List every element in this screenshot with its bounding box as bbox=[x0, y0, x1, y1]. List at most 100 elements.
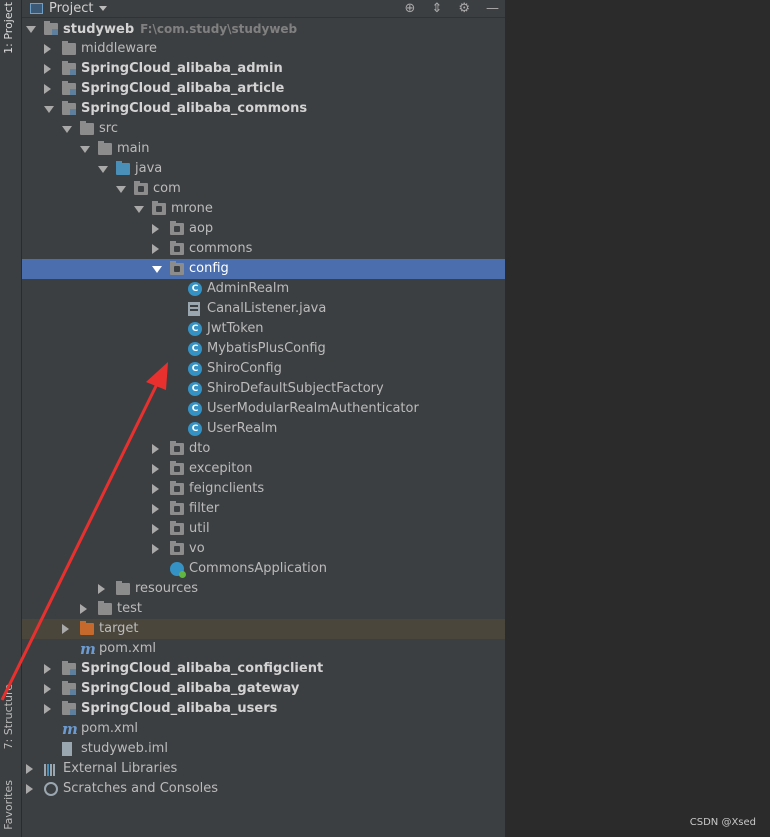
expand-arrow-closed-icon[interactable] bbox=[44, 44, 51, 54]
expand-arrow-closed-icon[interactable] bbox=[152, 524, 159, 534]
tree-row[interactable]: SpringCloud_alibaba_configclient bbox=[22, 659, 505, 679]
project-toolbar: Project ⊕ ⇕ ⚙ — bbox=[22, 0, 505, 18]
tree-row[interactable]: feignclients bbox=[22, 479, 505, 499]
source-folder-icon bbox=[116, 161, 130, 175]
tree-row-label: UserRealm bbox=[207, 421, 278, 436]
tree-row[interactable]: SpringCloud_alibaba_commons bbox=[22, 99, 505, 119]
expand-arrow-open-icon[interactable] bbox=[62, 126, 72, 133]
tree-row[interactable]: src bbox=[22, 119, 505, 139]
expand-arrow-closed-icon[interactable] bbox=[44, 84, 51, 94]
tab-structure[interactable]: 7: Structure bbox=[2, 684, 15, 749]
expand-arrow-closed-icon[interactable] bbox=[26, 764, 33, 774]
maven-icon: m bbox=[80, 640, 96, 658]
expand-arrow-closed-icon[interactable] bbox=[44, 704, 51, 714]
tree-row-label: feignclients bbox=[189, 481, 265, 496]
project-tree[interactable]: studyweb F:\com.study\studyweb middleware S… bbox=[22, 19, 505, 799]
expand-arrow-open-icon[interactable] bbox=[134, 206, 144, 213]
expand-arrow-closed-icon[interactable] bbox=[26, 784, 33, 794]
tree-row-label: src bbox=[99, 121, 118, 136]
package-icon bbox=[170, 461, 184, 475]
iml-file-icon bbox=[62, 742, 72, 756]
project-icon bbox=[30, 3, 43, 14]
tree-row[interactable]: C JwtToken bbox=[22, 319, 505, 339]
tree-row[interactable]: util bbox=[22, 519, 505, 539]
tree-row[interactable]: excepiton bbox=[22, 459, 505, 479]
tree-row-label: dto bbox=[189, 441, 211, 456]
tree-row[interactable]: C ShiroDefaultSubjectFactory bbox=[22, 379, 505, 399]
tree-row[interactable]: com bbox=[22, 179, 505, 199]
expand-arrow-open-icon[interactable] bbox=[152, 266, 162, 273]
tree-row[interactable]: C AdminRealm bbox=[22, 279, 505, 299]
expand-arrow-closed-icon[interactable] bbox=[152, 544, 159, 554]
tree-row-label: SpringCloud_alibaba_gateway bbox=[81, 681, 300, 696]
tree-row[interactable]: middleware bbox=[22, 39, 505, 59]
tree-row[interactable]: main bbox=[22, 139, 505, 159]
tree-row[interactable]: resources bbox=[22, 579, 505, 599]
package-icon bbox=[134, 181, 148, 195]
expand-arrow-closed-icon[interactable] bbox=[152, 484, 159, 494]
tree-row[interactable]: SpringCloud_alibaba_users bbox=[22, 699, 505, 719]
expand-arrow-closed-icon[interactable] bbox=[44, 684, 51, 694]
tree-row[interactable]: m pom.xml bbox=[22, 639, 505, 659]
tree-row[interactable]: CanalListener.java bbox=[22, 299, 505, 319]
class-icon: C bbox=[188, 382, 202, 396]
tree-row-label: SpringCloud_alibaba_commons bbox=[81, 101, 308, 116]
tree-row[interactable]: C ShiroConfig bbox=[22, 359, 505, 379]
collapse-all-icon[interactable]: ⇕ bbox=[431, 1, 442, 16]
locate-icon[interactable]: ⊕ bbox=[405, 1, 416, 16]
tree-row[interactable]: SpringCloud_alibaba_gateway bbox=[22, 679, 505, 699]
expand-arrow-closed-icon[interactable] bbox=[152, 504, 159, 514]
minimize-icon[interactable]: — bbox=[486, 1, 499, 16]
expand-arrow-closed-icon[interactable] bbox=[152, 244, 159, 254]
folder-icon bbox=[116, 581, 130, 595]
tab-favorites[interactable]: Favorites bbox=[2, 780, 15, 830]
tab-project[interactable]: 1: Project bbox=[2, 2, 15, 54]
tree-row[interactable]: commons bbox=[22, 239, 505, 259]
tree-row-label: MybatisPlusConfig bbox=[207, 341, 326, 356]
tree-row[interactable]: java bbox=[22, 159, 505, 179]
expand-arrow-closed-icon[interactable] bbox=[44, 64, 51, 74]
tree-row[interactable]: mrone bbox=[22, 199, 505, 219]
tree-row[interactable]: SpringCloud_alibaba_article bbox=[22, 79, 505, 99]
tree-row[interactable]: C UserModularRealmAuthenticator bbox=[22, 399, 505, 419]
tree-row-label: SpringCloud_alibaba_admin bbox=[81, 61, 283, 76]
tree-row[interactable]: test bbox=[22, 599, 505, 619]
project-view-title[interactable]: Project bbox=[49, 1, 93, 16]
tree-row[interactable]: C MybatisPlusConfig bbox=[22, 339, 505, 359]
tree-row[interactable]: m pom.xml bbox=[22, 719, 505, 739]
tree-row[interactable]: aop bbox=[22, 219, 505, 239]
tree-row[interactable]: Scratches and Consoles bbox=[22, 779, 505, 799]
expand-arrow-closed-icon[interactable] bbox=[152, 444, 159, 454]
expand-arrow-open-icon[interactable] bbox=[116, 186, 126, 193]
tree-row-label: studyweb F:\com.study\studyweb bbox=[63, 22, 298, 37]
tree-row[interactable]: External Libraries bbox=[22, 759, 505, 779]
tree-row[interactable]: target bbox=[22, 619, 505, 639]
package-icon bbox=[170, 241, 184, 255]
tree-row[interactable]: CommonsApplication bbox=[22, 559, 505, 579]
tree-row-label: mrone bbox=[171, 201, 213, 216]
expand-arrow-closed-icon[interactable] bbox=[152, 224, 159, 234]
tree-row[interactable]: SpringCloud_alibaba_admin bbox=[22, 59, 505, 79]
tree-row[interactable]: C UserRealm bbox=[22, 419, 505, 439]
class-icon: C bbox=[188, 322, 202, 336]
tree-row[interactable]: vo bbox=[22, 539, 505, 559]
tree-row[interactable]: config bbox=[22, 259, 505, 279]
tree-row[interactable]: dto bbox=[22, 439, 505, 459]
gear-icon[interactable]: ⚙ bbox=[458, 1, 470, 16]
chevron-down-icon[interactable] bbox=[99, 6, 108, 11]
expand-arrow-open-icon[interactable] bbox=[26, 26, 36, 33]
expand-arrow-open-icon[interactable] bbox=[98, 166, 108, 173]
expand-arrow-closed-icon[interactable] bbox=[62, 624, 69, 634]
expand-arrow-open-icon[interactable] bbox=[44, 106, 54, 113]
tree-row[interactable]: studyweb.iml bbox=[22, 739, 505, 759]
maven-icon: m bbox=[62, 720, 78, 738]
tree-row-label: studyweb.iml bbox=[81, 741, 168, 756]
tree-row-label: AdminRealm bbox=[207, 281, 290, 296]
tree-row[interactable]: studyweb F:\com.study\studyweb bbox=[22, 19, 505, 39]
expand-arrow-open-icon[interactable] bbox=[80, 146, 90, 153]
expand-arrow-closed-icon[interactable] bbox=[98, 584, 105, 594]
tree-row[interactable]: filter bbox=[22, 499, 505, 519]
expand-arrow-closed-icon[interactable] bbox=[80, 604, 87, 614]
expand-arrow-closed-icon[interactable] bbox=[44, 664, 51, 674]
expand-arrow-closed-icon[interactable] bbox=[152, 464, 159, 474]
